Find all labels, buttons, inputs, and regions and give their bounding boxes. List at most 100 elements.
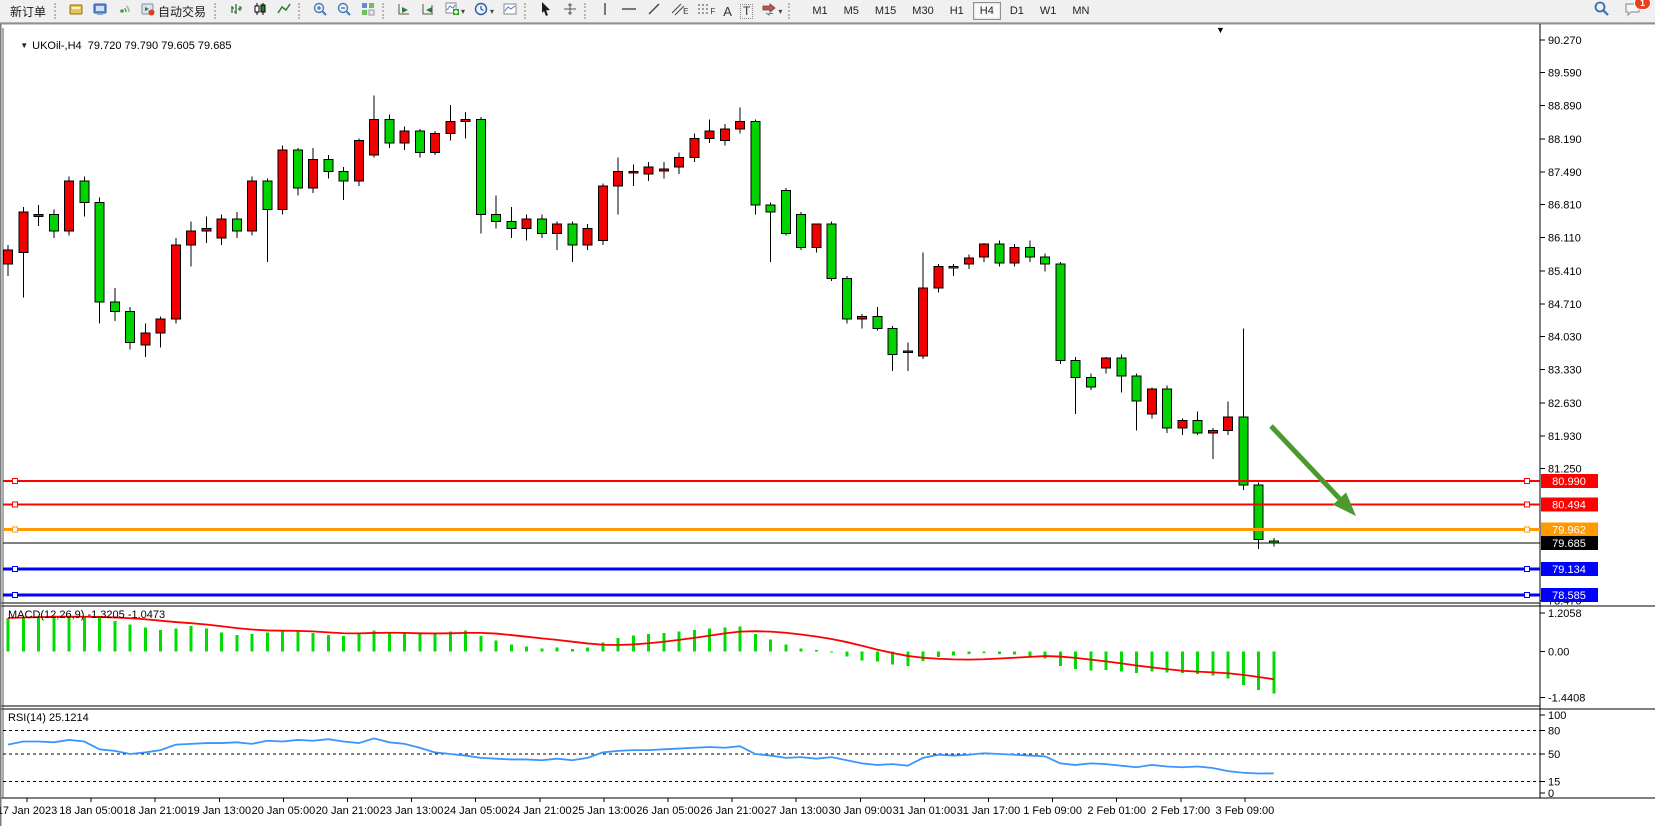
candle: [583, 224, 592, 250]
candle-body: [415, 131, 424, 152]
macd-histogram-bar: [1257, 652, 1260, 690]
macd-histogram-bar: [784, 644, 787, 651]
tab-timeframe-M1[interactable]: M1: [805, 2, 834, 20]
macd-histogram-bar: [1227, 652, 1230, 679]
tab-timeframe-MN[interactable]: MN: [1065, 2, 1096, 20]
arrow-objects-button[interactable]: ▾: [757, 0, 786, 22]
chart-canvas[interactable]: 90.27089.59088.89088.19087.49086.81086.1…: [0, 24, 1655, 826]
candle-body: [675, 157, 684, 167]
tab-timeframe-W1[interactable]: W1: [1033, 2, 1064, 20]
terminal-button[interactable]: [88, 0, 112, 22]
tile-windows-button[interactable]: [356, 0, 380, 22]
candle: [797, 212, 806, 250]
candle: [1239, 328, 1248, 490]
text-tool-button[interactable]: A: [719, 0, 736, 22]
macd-histogram-bar: [113, 621, 116, 651]
line-handle[interactable]: [13, 502, 18, 507]
trend-arrow-annotation[interactable]: [1271, 426, 1356, 516]
macd-histogram-bar: [922, 652, 925, 662]
line-chart-mode-button[interactable]: [272, 0, 296, 22]
time-tick-label: 25 Jan 13:00: [572, 805, 636, 817]
trendline-tool-button[interactable]: [642, 0, 666, 22]
line-handle[interactable]: [1525, 527, 1530, 532]
candle-body: [1041, 257, 1050, 264]
line-handle[interactable]: [1525, 593, 1530, 598]
line-handle[interactable]: [13, 566, 18, 571]
line-handle[interactable]: [1525, 502, 1530, 507]
horizontal-line[interactable]: 80.990: [3, 474, 1598, 488]
candle-body: [537, 219, 546, 233]
tab-timeframe-H4[interactable]: H4: [973, 2, 1001, 20]
auto-scroll-button[interactable]: [392, 0, 416, 22]
signal-button[interactable]: [112, 0, 136, 22]
horizontal-line[interactable]: 79.962: [3, 523, 1598, 537]
horizontal-line-icon: [620, 1, 638, 22]
horizontal-line[interactable]: 80.494: [3, 497, 1598, 511]
candle: [644, 162, 653, 181]
tab-timeframe-M5[interactable]: M5: [837, 2, 866, 20]
current-price-line[interactable]: 79.685: [3, 536, 1598, 550]
price-tick-label: 89.590: [1548, 67, 1582, 79]
line-handle[interactable]: [1525, 478, 1530, 483]
candlestick-icon: [252, 1, 268, 22]
horizontal-line[interactable]: 78.585: [3, 588, 1598, 602]
price-badge: 80.990: [1541, 474, 1598, 488]
horizontal-line[interactable]: 79.134: [3, 562, 1598, 576]
candlestick-mode-button[interactable]: [248, 0, 272, 22]
tab-timeframe-H1[interactable]: H1: [943, 2, 971, 20]
candle-body: [1254, 485, 1263, 540]
vertical-line-tool-button[interactable]: [594, 0, 616, 22]
macd-histogram-bar: [800, 648, 803, 651]
fibonacci-tool-button[interactable]: F: [692, 0, 719, 22]
zoom-out-icon: [336, 1, 352, 22]
chart-shift-button[interactable]: [416, 0, 440, 22]
zoom-out-button[interactable]: [332, 0, 356, 22]
candle-body: [766, 205, 775, 212]
tab-timeframe-M15[interactable]: M15: [868, 2, 903, 20]
add-indicator-button[interactable]: ▾: [440, 0, 469, 22]
candle: [126, 307, 135, 350]
auto-trading-button[interactable]: 自动交易: [136, 0, 212, 22]
zoom-in-button[interactable]: [308, 0, 332, 22]
text-label-tool-button[interactable]: T: [736, 0, 757, 22]
macd-histogram-bar: [1135, 652, 1138, 674]
search-button[interactable]: [1589, 0, 1614, 22]
price-axis[interactable]: 90.27089.59088.89088.19087.49086.81086.1…: [1540, 35, 1582, 608]
panel-frames: [0, 24, 1655, 826]
macd-histogram-bar: [235, 635, 238, 652]
price-badge: 79.134: [1541, 562, 1598, 576]
market-watch-button[interactable]: [64, 0, 88, 22]
line-handle[interactable]: [13, 527, 18, 532]
macd-panel[interactable]: 1.20580.00-1.4408: [7, 608, 1586, 705]
macd-histogram-bar: [754, 634, 757, 652]
chart-template-button[interactable]: [498, 0, 522, 22]
time-tick-label: 2 Feb 17:00: [1151, 805, 1210, 817]
crosshair-tool-button[interactable]: [558, 0, 582, 22]
cursor-tool-button[interactable]: [534, 0, 558, 22]
rsi-panel[interactable]: 1008050150: [3, 710, 1566, 800]
time-axis[interactable]: 17 Jan 202318 Jan 05:0018 Jan 21:0019 Ja…: [0, 798, 1274, 817]
signal-icon: [116, 1, 132, 22]
candle: [903, 343, 912, 372]
bar-chart-mode-button[interactable]: [224, 0, 248, 22]
time-tick-label: 30 Jan 09:00: [828, 805, 892, 817]
line-handle[interactable]: [13, 478, 18, 483]
macd-histogram-bar: [861, 652, 864, 661]
candle-body: [934, 267, 943, 288]
tile-windows-icon: [360, 1, 376, 22]
tab-timeframe-D1[interactable]: D1: [1003, 2, 1031, 20]
price-tick-label: 88.190: [1548, 134, 1582, 146]
price-tick-label: 81.250: [1548, 463, 1582, 475]
tab-timeframe-M30[interactable]: M30: [905, 2, 940, 20]
candle: [629, 164, 638, 185]
zoom-in-icon: [312, 1, 328, 22]
line-handle[interactable]: [1525, 566, 1530, 571]
chat-button[interactable]: 1: [1620, 0, 1645, 22]
rsi-axis-label: 100: [1548, 710, 1566, 722]
candle-body: [431, 134, 440, 153]
equidistant-channel-tool-button[interactable]: E: [666, 0, 692, 22]
new-order-button[interactable]: 新订单: [4, 0, 52, 22]
line-handle[interactable]: [13, 593, 18, 598]
horizontal-line-tool-button[interactable]: [616, 0, 642, 22]
period-clock-button[interactable]: ▾: [469, 0, 498, 22]
